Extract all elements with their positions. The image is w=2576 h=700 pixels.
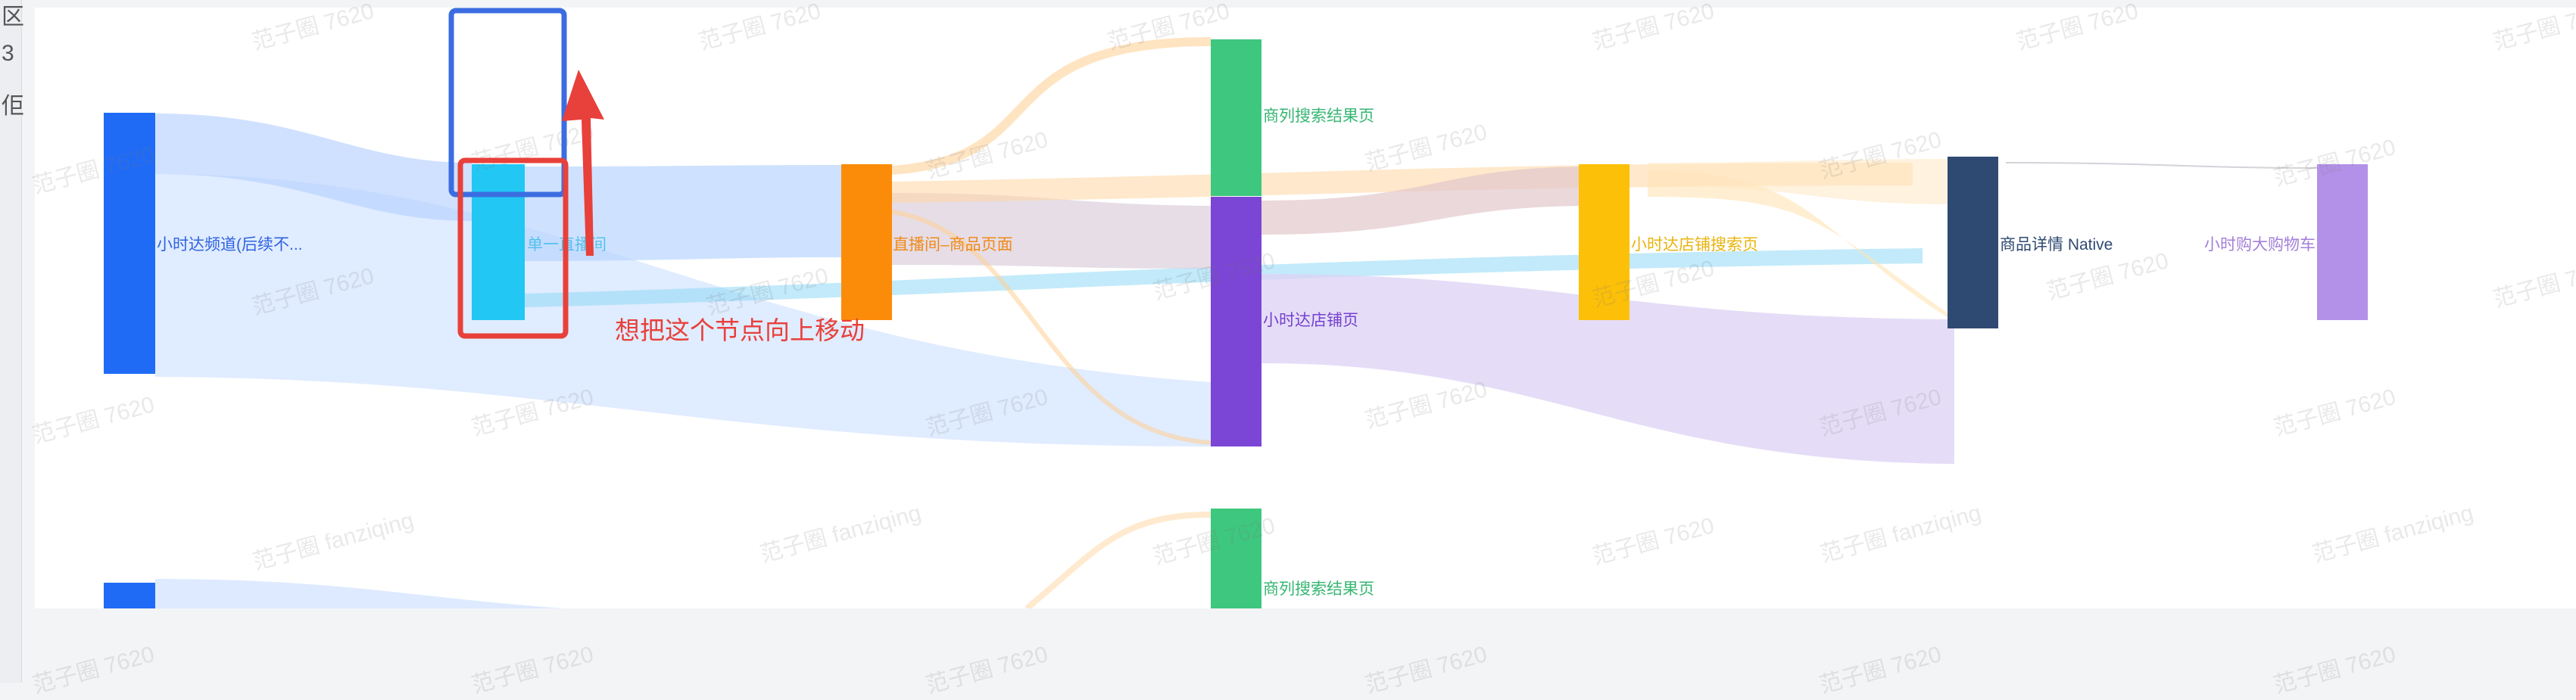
node-label-n5: 小时达店铺页 [1263, 312, 1358, 329]
edge-glyph-3: 佢 [2, 94, 24, 119]
node-n2[interactable] [472, 164, 525, 320]
link-n3-n5[interactable] [892, 193, 1211, 269]
node-label-n3: 直播间–商品页面 [893, 236, 1013, 254]
node-label-n2: 单一直播间 [527, 236, 607, 254]
node-n5[interactable] [1211, 197, 1261, 446]
node-n3[interactable] [841, 164, 892, 320]
edge-glyph-1: 区 [2, 5, 24, 30]
node-label-n6: 小时达店铺搜索页 [1631, 236, 1758, 254]
link-n7-n8[interactable] [2005, 162, 2318, 169]
left-edge-strip: 区 3 佢 [0, 0, 24, 683]
node-label-n8: 小时购大购物车 [2204, 236, 2316, 254]
node-label-n7: 商品详情 Native [2000, 236, 2113, 254]
link-n3-n4[interactable] [891, 37, 1212, 175]
sankey-canvas[interactable]: 小时达频道(后续不... 单一直播间 直播间–商品页面 商列搜索结果页 小时达店… [35, 8, 2576, 608]
link-lower-to-n9[interactable] [1024, 512, 1212, 608]
node-n4[interactable] [1211, 39, 1261, 196]
node-label-n9: 商列搜索结果页 [1263, 580, 1374, 598]
node-label-n4: 商列搜索结果页 [1263, 107, 1374, 125]
node-n6[interactable] [1579, 164, 1629, 320]
node-n1[interactable] [104, 113, 155, 374]
sankey-diagram[interactable]: 小时达频道(后续不... 单一直播间 直播间–商品页面 商列搜索结果页 小时达店… [35, 8, 2576, 608]
node-n1-lower[interactable] [104, 583, 155, 608]
node-n8[interactable] [2317, 164, 2368, 320]
edge-glyph-2: 3 [2, 41, 14, 66]
footer-band [35, 608, 2576, 683]
node-label-n1: 小时达频道(后续不... [157, 236, 303, 254]
annotation-text: 想把这个节点向上移动 [615, 316, 865, 344]
link-lower-n1-out[interactable] [155, 579, 565, 608]
node-n9[interactable] [1211, 509, 1261, 608]
node-n7[interactable] [1948, 157, 1998, 328]
